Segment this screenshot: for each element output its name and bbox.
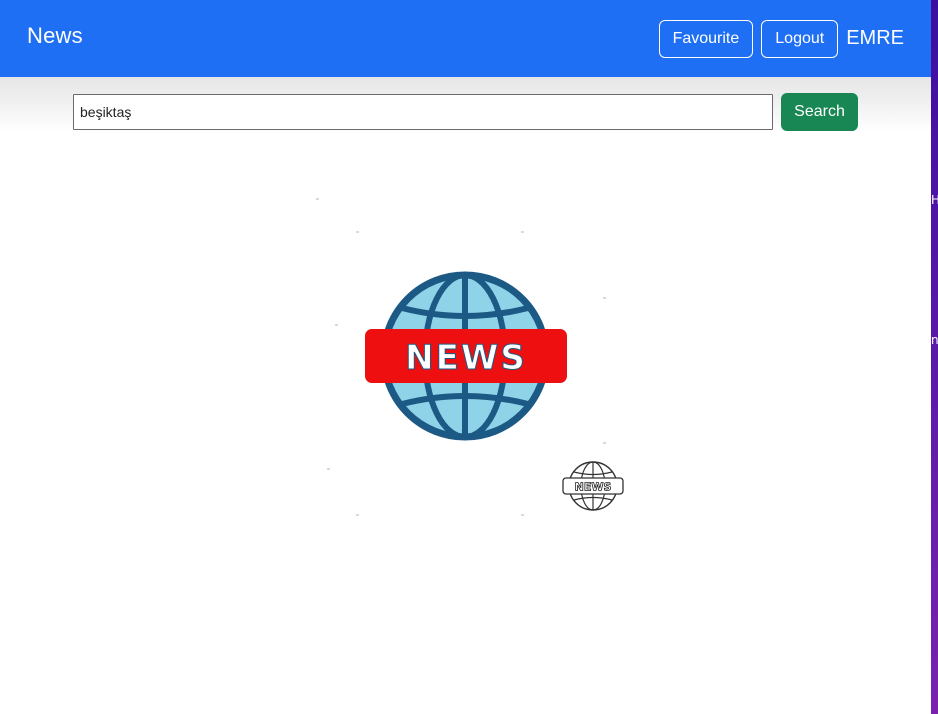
decor-dot bbox=[603, 297, 606, 299]
app-root: News Favourite Logout EMRE Search bbox=[0, 0, 931, 714]
globe-news-outline-icon: NEWS bbox=[560, 459, 626, 513]
decor-dot bbox=[521, 514, 524, 516]
logout-button[interactable]: Logout bbox=[761, 19, 839, 58]
decor-dot bbox=[521, 231, 524, 233]
username-label: EMRE bbox=[846, 27, 904, 49]
favourite-button[interactable]: Favourite bbox=[658, 19, 754, 58]
decor-dot bbox=[356, 231, 359, 233]
search-row: Search bbox=[73, 93, 858, 131]
page: News Favourite Logout EMRE Search bbox=[0, 0, 938, 714]
small-logo-text: NEWS bbox=[575, 481, 612, 494]
decor-dot bbox=[356, 514, 359, 516]
decor-dot bbox=[335, 324, 338, 326]
navbar: News Favourite Logout EMRE bbox=[0, 0, 931, 77]
globe-news-icon: NEWS bbox=[360, 268, 572, 444]
decor-dot bbox=[316, 198, 319, 200]
navbar-actions: Favourite Logout EMRE bbox=[658, 19, 904, 58]
logo-text: NEWS bbox=[405, 338, 527, 378]
brand-title[interactable]: News bbox=[27, 23, 83, 49]
decor-dot bbox=[327, 468, 330, 470]
edge-glyph-bottom: n bbox=[931, 333, 938, 347]
decor-dot bbox=[603, 442, 606, 444]
edge-glyph-top: H bbox=[931, 193, 938, 207]
right-edge-strip bbox=[931, 0, 938, 714]
search-input[interactable] bbox=[73, 94, 773, 130]
search-bar: Search bbox=[0, 77, 931, 132]
search-button[interactable]: Search bbox=[781, 93, 858, 131]
